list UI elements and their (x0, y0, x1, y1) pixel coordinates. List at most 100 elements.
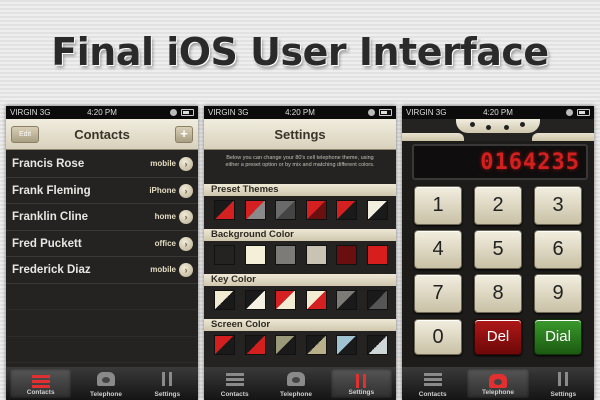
tab-settings[interactable]: Settings (330, 369, 392, 398)
tab-label: Contacts (220, 391, 249, 398)
color-swatch[interactable] (244, 245, 266, 265)
key-6[interactable]: 6 (534, 230, 582, 269)
speaker-hole (520, 122, 525, 127)
color-swatch[interactable] (214, 290, 235, 310)
list-item[interactable]: Frank Fleming iPhone › (6, 178, 198, 204)
color-swatch[interactable] (336, 290, 358, 310)
settings-icon (354, 374, 368, 388)
settings-screen: VIRGIN 3G 4:20 PM Settings Below you can… (204, 106, 396, 400)
swatch-row-key-color (214, 290, 388, 312)
chevron-right-icon[interactable]: › (179, 210, 193, 224)
battery-icon (379, 109, 392, 116)
tab-telephone[interactable]: Telephone (75, 367, 136, 400)
contact-type: iPhone (149, 185, 176, 195)
empty-row (6, 284, 198, 310)
tab-label: Telephone (481, 389, 514, 396)
telephone-icon (488, 374, 507, 388)
tab-settings[interactable]: Settings (533, 367, 594, 400)
section-screen-color: Screen Color (204, 319, 396, 331)
tab-bar: Contacts Telephone Settings (6, 367, 198, 400)
key-9[interactable]: 9 (534, 274, 582, 313)
add-contact-button[interactable]: + (175, 126, 193, 143)
color-swatch[interactable] (275, 335, 297, 355)
number-display: 0164235 (412, 144, 588, 180)
color-swatch[interactable] (305, 200, 327, 220)
tab-label: Settings (154, 391, 181, 398)
color-swatch[interactable] (275, 290, 297, 310)
contact-name: Fred Puckett (12, 237, 82, 250)
nav-bar: Edit Contacts + (6, 119, 198, 150)
tab-bar: Contacts Telephone Settings (402, 367, 594, 400)
tab-contacts[interactable]: Contacts (402, 367, 463, 400)
key-3[interactable]: 3 (534, 186, 582, 225)
alarm-icon (170, 109, 177, 116)
key-5[interactable]: 5 (474, 230, 522, 269)
color-swatch[interactable] (214, 335, 235, 355)
nav-bar: Settings (204, 119, 396, 150)
contact-type: home (154, 212, 176, 221)
tab-settings[interactable]: Settings (137, 367, 198, 400)
tab-telephone[interactable]: Telephone (265, 367, 326, 400)
key-0[interactable]: 0 (414, 319, 462, 355)
chevron-right-icon[interactable]: › (179, 157, 193, 171)
color-swatch[interactable] (305, 335, 327, 355)
contacts-icon (423, 372, 442, 386)
list-item[interactable]: Fred Puckett office › (6, 231, 198, 257)
status-bar: VIRGIN 3G 4:20 PM (402, 106, 594, 119)
earpiece-speaker (456, 119, 540, 133)
tab-telephone[interactable]: Telephone (467, 369, 529, 398)
color-swatch[interactable] (214, 200, 235, 220)
tab-label: Telephone (279, 391, 312, 398)
alarm-icon (368, 109, 375, 116)
list-item[interactable]: Franklin Cline home › (6, 204, 198, 231)
color-swatch[interactable] (366, 335, 388, 355)
battery-icon (577, 109, 590, 116)
color-swatch[interactable] (244, 200, 266, 220)
tab-contacts[interactable]: Contacts (10, 369, 72, 398)
list-item[interactable]: Francis Rose mobile › (6, 151, 198, 178)
tab-contacts[interactable]: Contacts (204, 367, 265, 400)
color-swatch[interactable] (336, 200, 358, 220)
tab-label: Settings (348, 389, 375, 396)
dial-button[interactable]: Dial (534, 319, 582, 355)
chevron-right-icon[interactable]: › (179, 183, 193, 198)
battery-icon (181, 109, 194, 116)
page-headline: Final iOS User Interface (51, 30, 549, 74)
color-swatch[interactable] (244, 290, 266, 310)
chevron-right-icon[interactable]: › (179, 263, 193, 277)
speaker-hole (470, 122, 475, 127)
speaker-hole (504, 125, 509, 130)
telephone-screen: VIRGIN 3G 4:20 PM 0164235 1 2 3 4 5 6 7 … (402, 106, 594, 400)
contact-list: Francis Rose mobile › Frank Fleming iPho… (6, 151, 198, 363)
settings-icon (556, 372, 570, 386)
key-7[interactable]: 7 (414, 274, 462, 313)
key-4[interactable]: 4 (414, 230, 462, 269)
tab-bar: Contacts Telephone Settings (204, 367, 396, 400)
color-swatch[interactable] (214, 245, 235, 265)
color-swatch[interactable] (366, 290, 388, 310)
tab-label: Contacts (418, 391, 447, 398)
swatch-row-preset-themes (214, 200, 388, 222)
chevron-right-icon[interactable]: › (179, 236, 193, 251)
color-swatch[interactable] (366, 245, 388, 265)
color-swatch[interactable] (275, 200, 297, 220)
key-8[interactable]: 8 (474, 274, 522, 313)
delete-button[interactable]: Del (474, 319, 522, 355)
color-swatch[interactable] (244, 335, 266, 355)
key-1[interactable]: 1 (414, 186, 462, 225)
color-swatch[interactable] (305, 245, 327, 265)
contact-type: mobile (150, 159, 176, 168)
color-swatch[interactable] (336, 335, 358, 355)
telephone-icon (286, 372, 305, 386)
color-swatch[interactable] (275, 245, 297, 265)
swatch-row-background-color (214, 245, 388, 267)
color-swatch[interactable] (305, 290, 327, 310)
empty-row (6, 310, 198, 337)
color-swatch[interactable] (366, 200, 388, 220)
contacts-icon (31, 374, 50, 388)
list-item[interactable]: Frederick Diaz mobile › (6, 257, 198, 284)
section-key-color: Key Color (204, 274, 396, 286)
color-swatch[interactable] (336, 245, 358, 265)
tab-label: Contacts (26, 389, 55, 396)
key-2[interactable]: 2 (474, 186, 522, 225)
